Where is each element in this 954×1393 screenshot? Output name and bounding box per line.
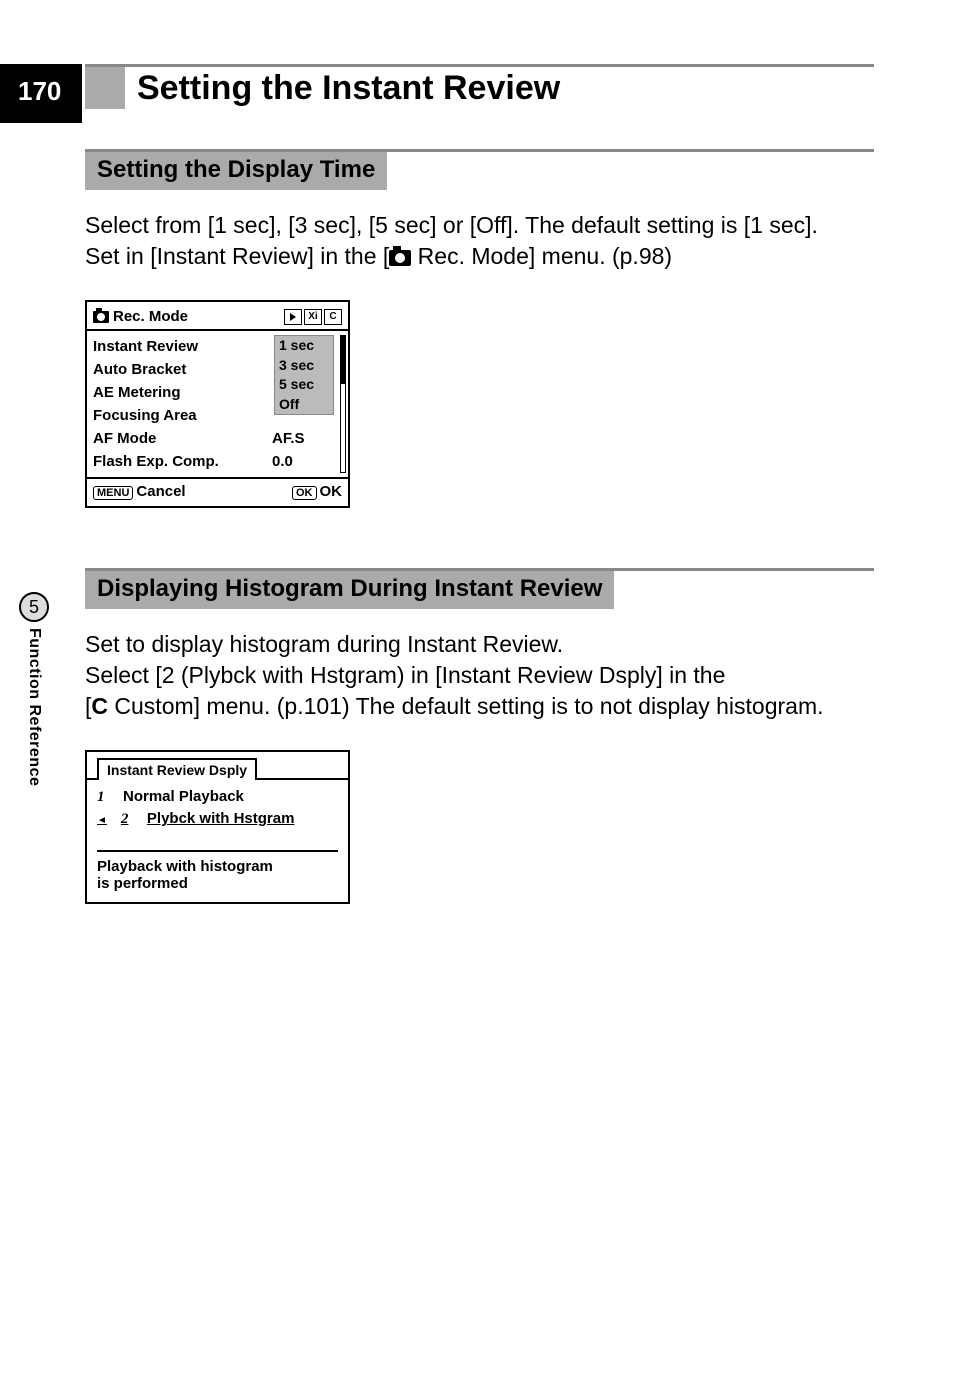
chapter-label: Function Reference [25,628,43,786]
camera-icon [93,311,109,323]
opt-label: Normal Playback [123,786,244,807]
selection-indicator-icon [97,808,111,829]
section2-line3b: Custom] menu. (p.101) The default settin… [108,693,824,719]
opt-num: 1 [97,787,113,808]
menu-title-row: Rec. Mode Xi C [87,302,348,329]
hist-desc: Playback with histogram is performed [97,850,338,902]
menu-row-flash-exp: Flash Exp. Comp. 0.0 [93,450,342,473]
menu-ok-label: OK [320,483,343,500]
menu-label: Auto Bracket [93,359,186,380]
custom-menu-c: C [91,693,108,719]
opt-label: Plybck with Hstgram [147,808,295,829]
instant-review-dropdown: 1 sec 3 sec 5 sec Off [274,335,334,415]
menu-row-af-mode: AF Mode AF.S [93,427,342,450]
menu-label: Flash Exp. Comp. [93,451,219,472]
section-1-body: Select from [1 sec], [3 sec], [5 sec] or… [85,210,874,272]
section1-line2: Set in [Instant Review] in the [ Rec. Mo… [85,241,874,272]
section-1-header-bar: Setting the Display Time [85,149,874,190]
page-number: 170 [0,64,82,123]
dropdown-opt-5sec: 5 sec [275,375,333,395]
menu-footer-left: MENUCancel [93,483,186,500]
section-2-header: Displaying Histogram During Instant Revi… [85,571,614,609]
scrollbar [340,335,346,473]
hist-options: 1 Normal Playback 2 Plybck with Hstgram [87,778,348,832]
section2-line1: Set to display histogram during Instant … [85,629,874,660]
hist-desc-line2: is performed [97,875,338,892]
section-2-header-bar: Displaying Histogram During Instant Revi… [85,568,874,609]
section2-line2: Select [2 (Plybck with Hstgram) in [Inst… [85,660,874,691]
main-title-bar: Setting the Instant Review [85,64,874,109]
dropdown-opt-off: Off [275,395,333,415]
setup-tab-icon: Xi [304,309,322,325]
section1-line2a: Set in [Instant Review] in the [ [85,243,389,269]
chapter-side-tab: 5 Function Reference [16,592,52,786]
chapter-number: 5 [19,592,49,622]
title-accent [85,67,125,109]
hist-tab: Instant Review Dsply [97,758,257,780]
menu-footer: MENUCancel OKOK [87,479,348,506]
menu-label: Instant Review [93,336,198,357]
hist-desc-line1: Playback with histogram [97,858,338,875]
page-title: Setting the Instant Review [125,67,560,109]
dropdown-opt-3sec: 3 sec [275,356,333,376]
menu-label: Focusing Area [93,405,197,426]
hist-opt-2: 2 Plybck with Hstgram [97,808,338,830]
menu-tabs: Xi C [284,309,342,325]
menu-items: Instant Review 1 sec Auto Bracket AE Met… [87,329,348,479]
playback-tab-icon [284,309,302,325]
section1-line1: Select from [1 sec], [3 sec], [5 sec] or… [85,210,874,241]
menu-footer-right: OKOK [292,483,342,500]
menu-label: AF Mode [93,428,156,449]
section-1-header: Setting the Display Time [85,152,387,190]
section-2-body: Set to display histogram during Instant … [85,629,874,722]
section1-line2b: Rec. Mode] menu. (p.98) [411,243,672,269]
opt-num: 2 [121,809,137,830]
custom-tab-icon: C [324,309,342,325]
instant-review-dsply-menu: Instant Review Dsply 1 Normal Playback 2… [85,750,350,904]
hist-opt-1: 1 Normal Playback [97,786,338,808]
rec-mode-menu: Rec. Mode Xi C Instant Review 1 sec Auto… [85,300,350,508]
section2-line3: [C Custom] menu. (p.101) The default set… [85,691,874,722]
menu-cancel-label: Cancel [136,483,185,500]
menu-value: 0.0 [272,451,342,472]
camera-icon [389,250,411,266]
menu-title-text: Rec. Mode [113,308,188,325]
dropdown-opt-1sec: 1 sec [275,336,333,356]
menu-label: AE Metering [93,382,181,403]
menu-value: AF.S [272,428,342,449]
menu-button-icon: MENU [93,486,133,500]
menu-title-left: Rec. Mode [93,308,188,325]
hist-tab-row: Instant Review Dsply [87,752,348,780]
ok-button-icon: OK [292,486,317,500]
